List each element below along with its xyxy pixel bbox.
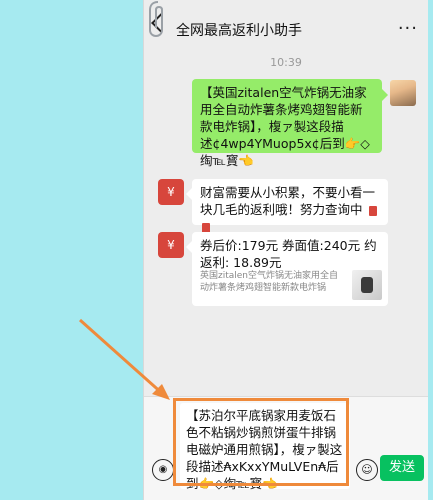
annotation-highlight-box [173,398,349,486]
